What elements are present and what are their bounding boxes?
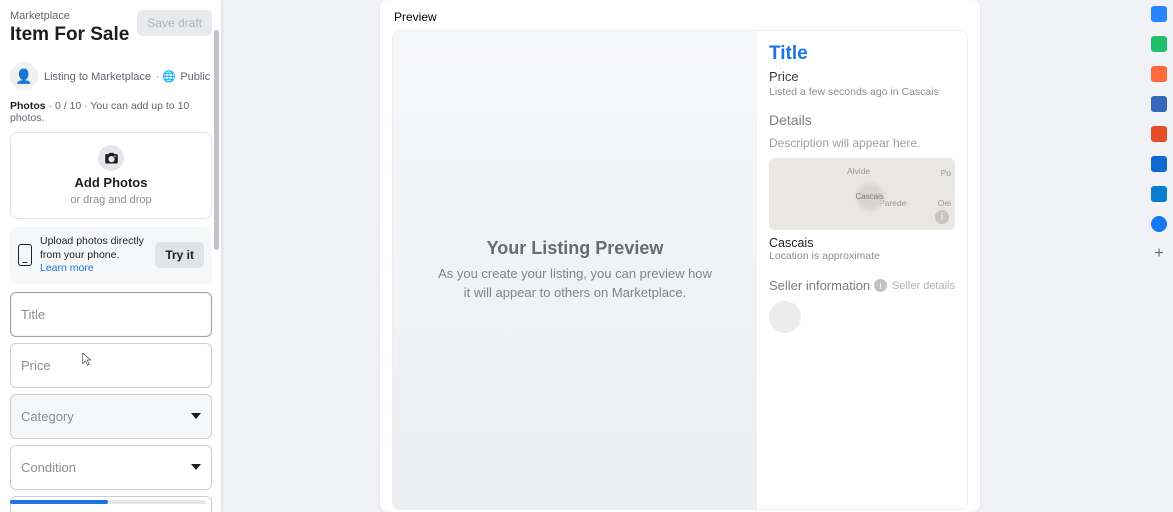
title-input[interactable]: Title <box>10 292 212 337</box>
upload-hint-text: Upload photos directly from your phone. … <box>40 235 147 276</box>
chevron-down-icon <box>191 464 201 470</box>
map-label: Oei <box>938 198 951 208</box>
preview-price: Price <box>769 69 955 84</box>
seller-avatar[interactable] <box>769 301 801 333</box>
avatar[interactable]: 👤 <box>10 62 38 90</box>
preview-description-placeholder: Description will appear here. <box>769 136 955 150</box>
listing-to-label: Listing to Marketplace <box>44 71 151 83</box>
preview-placeholder-title: Your Listing Preview <box>487 238 664 259</box>
preview-location-name: Cascais <box>769 236 955 250</box>
rail-app-icon[interactable] <box>1151 156 1167 172</box>
photos-count-label: Photos · 0 / 10 · You can add up to 10 p… <box>0 96 222 128</box>
preview-map[interactable]: Alvide Po Parede Oei Cascais i <box>769 158 955 230</box>
phone-icon <box>18 244 32 266</box>
preview-listed-line: Listed a few seconds ago in Cascais <box>769 86 955 98</box>
price-input[interactable]: Price <box>10 343 212 388</box>
breadcrumb[interactable]: Marketplace <box>10 10 129 22</box>
add-photos-label: Add Photos <box>75 175 148 190</box>
map-pin-icon: Cascais <box>853 180 887 214</box>
preview-card: Preview Your Listing Preview As you crea… <box>380 0 980 512</box>
info-icon[interactable]: i <box>935 210 949 224</box>
audience-label[interactable]: Public <box>180 71 210 83</box>
map-label: Po <box>941 168 951 178</box>
preview-title: Title <box>769 43 955 65</box>
preview-details-pane: Title Price Listed a few seconds ago in … <box>757 31 967 509</box>
chevron-down-icon <box>191 413 201 419</box>
rail-app-icon[interactable] <box>1151 186 1167 202</box>
rail-app-icon[interactable] <box>1151 6 1167 22</box>
category-select[interactable]: Category <box>10 394 212 439</box>
seller-info-heading: Seller information <box>769 278 870 293</box>
rail-add-icon[interactable]: + <box>1151 246 1167 262</box>
right-app-rail: + <box>1149 6 1169 262</box>
preview-details-heading: Details <box>769 112 955 128</box>
upload-from-phone-card: Upload photos directly from your phone. … <box>10 227 212 284</box>
preview-location-hint: Location is approximate <box>769 250 955 262</box>
listing-form-panel: Marketplace Item For Sale Save draft 👤 L… <box>0 0 222 512</box>
form-progress-bar <box>10 500 206 504</box>
add-photo-icon <box>98 145 124 171</box>
save-draft-button[interactable]: Save draft <box>137 10 212 36</box>
seller-details-link[interactable]: Seller details <box>892 280 955 292</box>
map-label: Alvide <box>847 166 870 176</box>
globe-icon: 🌐 <box>162 71 176 83</box>
condition-select[interactable]: Condition <box>10 445 212 490</box>
preview-placeholder-body: As you create your listing, you can prev… <box>435 265 715 303</box>
rail-app-icon[interactable] <box>1151 36 1167 52</box>
left-scroll-thumb[interactable] <box>214 30 219 250</box>
learn-more-link[interactable]: Learn more <box>40 262 94 274</box>
try-it-button[interactable]: Try it <box>155 242 204 268</box>
rail-app-icon[interactable] <box>1151 96 1167 112</box>
drag-drop-label: or drag and drop <box>70 194 151 206</box>
page-title: Item For Sale <box>10 24 129 46</box>
info-icon[interactable]: i <box>874 279 887 292</box>
preview-heading: Preview <box>380 0 980 30</box>
rail-app-icon[interactable] <box>1151 216 1167 232</box>
rail-app-icon[interactable] <box>1151 126 1167 142</box>
rail-app-icon[interactable] <box>1151 66 1167 82</box>
add-photos-dropzone[interactable]: Add Photos or drag and drop <box>10 132 212 219</box>
preview-placeholder-pane: Your Listing Preview As you create your … <box>393 31 757 509</box>
